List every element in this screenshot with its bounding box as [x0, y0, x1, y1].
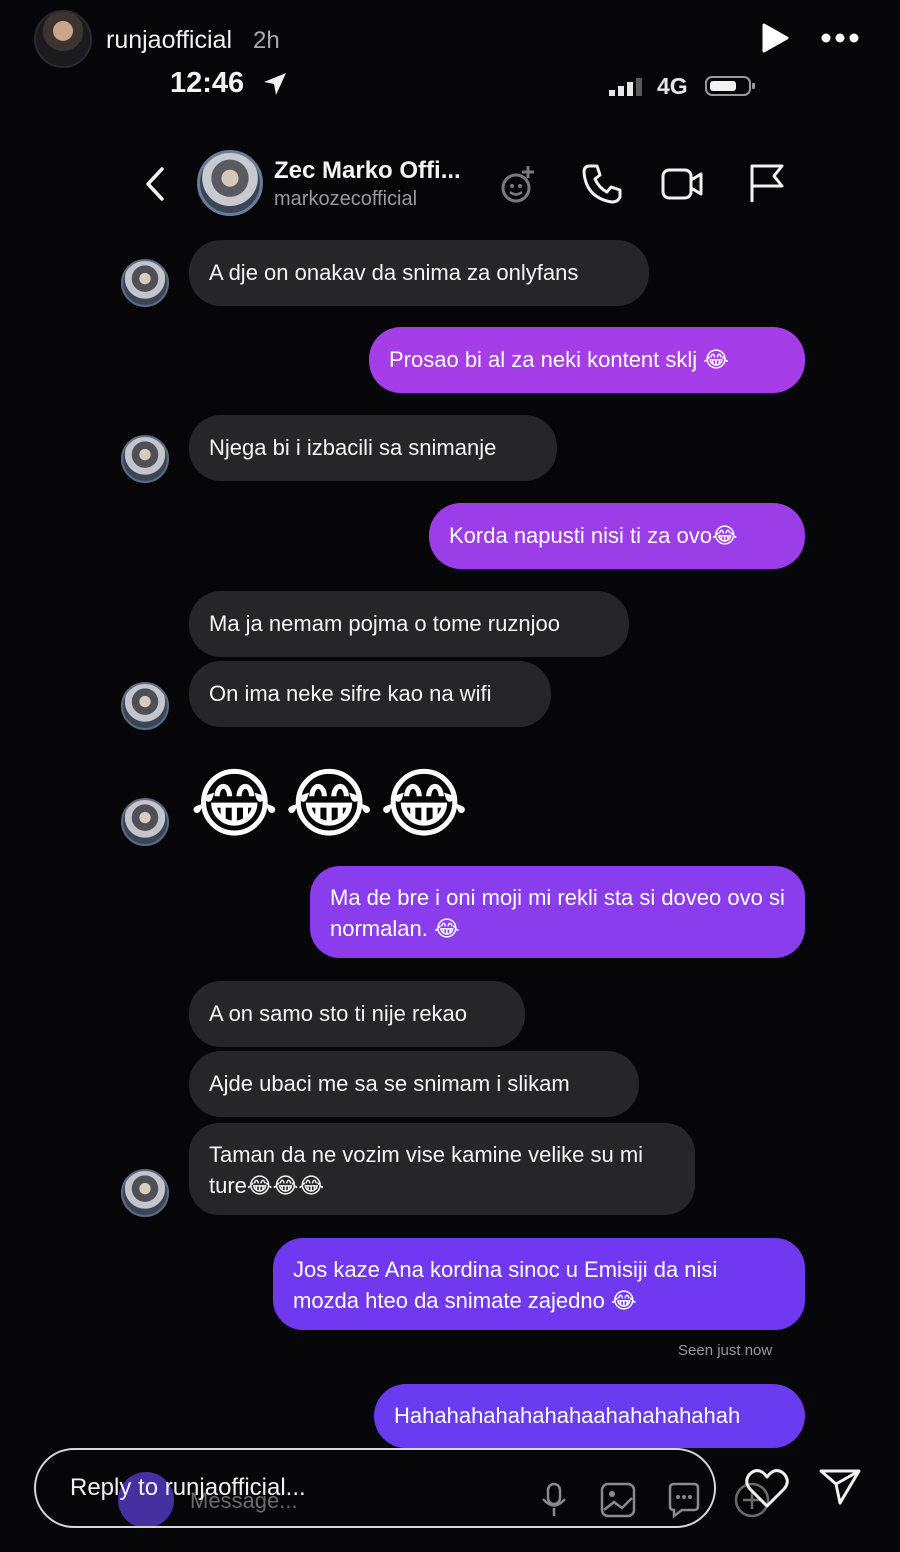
reply-placeholder[interactable]: Reply to runjaofficial...: [70, 1474, 306, 1502]
battery-icon: [705, 76, 755, 96]
more-options-icon[interactable]: [818, 22, 862, 54]
sender-avatar: [121, 798, 169, 846]
message-incoming: A on samo sto ti nije rekao: [189, 981, 525, 1047]
emoji-message: 😂😂😂: [190, 762, 475, 847]
message-incoming: Taman da ne vozim vise kamine velike su …: [189, 1123, 695, 1215]
sender-avatar: [121, 435, 169, 483]
message-outgoing: Ma de bre i oni moji mi rekli sta si dov…: [310, 866, 805, 958]
contact-handle: markozecofficial: [274, 188, 418, 210]
status-time: 12:46: [170, 67, 245, 99]
story-username[interactable]: runjaofficial: [106, 26, 232, 55]
flag-icon[interactable]: [744, 162, 788, 206]
message-outgoing: Prosao bi al za neki kontent sklj 😂: [369, 327, 805, 393]
message-incoming: On ima neke sifre kao na wifi: [189, 661, 551, 727]
seen-status: Seen just now: [678, 1342, 773, 1359]
message-outgoing: Korda napusti nisi ti za ovo😂: [429, 503, 805, 569]
phone-icon[interactable]: [580, 162, 624, 206]
signal-icon: [609, 78, 642, 96]
sender-avatar: [121, 682, 169, 730]
back-icon[interactable]: [140, 164, 170, 204]
message-incoming: Ma ja nemam pojma o tome ruznjoo: [189, 591, 629, 657]
contact-name[interactable]: Zec Marko Offi...: [274, 157, 484, 185]
location-arrow-icon: [264, 73, 286, 95]
video-icon[interactable]: [660, 162, 704, 206]
sender-avatar: [121, 1169, 169, 1217]
sender-avatar: [121, 259, 169, 307]
message-incoming: A dje on onakav da snima za onlyfans: [189, 240, 649, 306]
effects-icon[interactable]: [498, 162, 542, 206]
contact-avatar[interactable]: [197, 150, 263, 216]
message-incoming: Njega bi i izbacili sa snimanje: [189, 415, 557, 481]
message-incoming: Ajde ubaci me sa se snimam i slikam: [189, 1051, 639, 1117]
story-time-ago: 2h: [253, 27, 280, 54]
message-outgoing: Hahahahahahahahaahahahahahah: [374, 1384, 805, 1448]
send-icon[interactable]: [818, 1466, 862, 1506]
story-avatar[interactable]: [34, 10, 92, 68]
play-icon[interactable]: [760, 22, 790, 54]
heart-icon[interactable]: [744, 1466, 790, 1510]
message-outgoing: Jos kaze Ana kordina sinoc u Emisiji da …: [273, 1238, 805, 1330]
network-label: 4G: [657, 73, 688, 99]
